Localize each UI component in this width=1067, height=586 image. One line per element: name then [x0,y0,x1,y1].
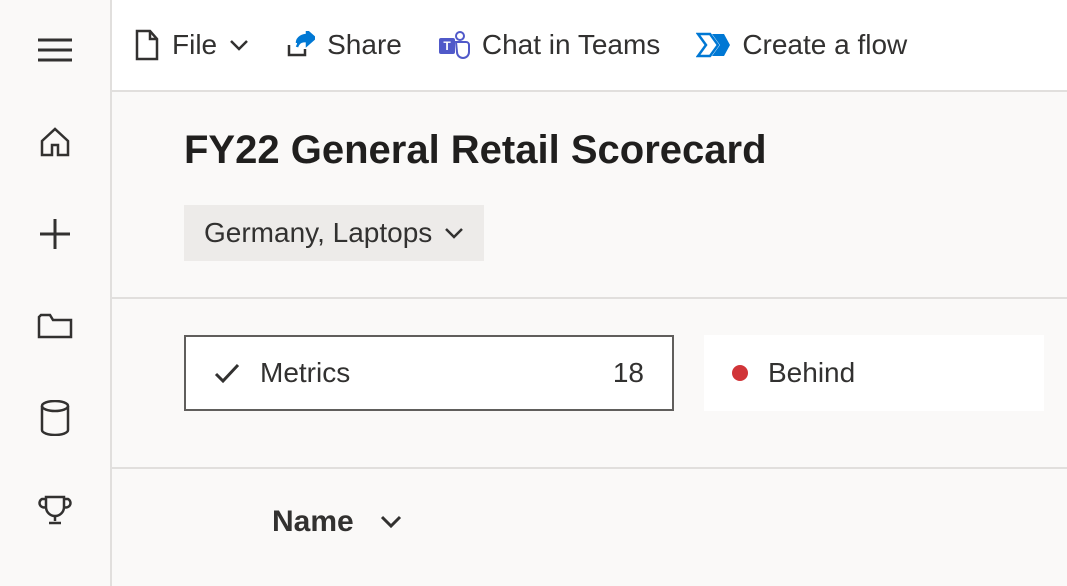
folder-icon[interactable] [35,306,75,346]
filter-chip[interactable]: Germany, Laptops [184,205,484,261]
chevron-down-icon [229,39,249,51]
file-icon [134,29,160,61]
flow-icon [696,32,730,58]
metrics-card[interactable]: Metrics 18 [184,335,674,411]
teams-icon: T [438,30,470,60]
plus-icon[interactable] [35,214,75,254]
left-rail [0,0,110,586]
flow-label: Create a flow [742,29,907,61]
table-header: Name [112,467,1067,539]
svg-text:T: T [443,39,451,53]
check-icon [214,362,240,384]
metrics-count: 18 [613,357,644,389]
chat-label: Chat in Teams [482,29,660,61]
behind-card[interactable]: Behind [704,335,1044,411]
chevron-down-icon [444,227,464,239]
chevron-down-icon[interactable] [380,515,402,529]
database-icon[interactable] [35,398,75,438]
metrics-label: Metrics [260,357,350,389]
toolbar: File Share T [112,0,1067,92]
behind-label: Behind [768,357,855,389]
home-icon[interactable] [35,122,75,162]
column-name-header[interactable]: Name [272,505,354,539]
filter-label: Germany, Laptops [204,217,432,249]
main-area: File Share T [110,0,1067,586]
hamburger-menu-icon[interactable] [35,30,75,70]
page-title: FY22 General Retail Scorecard [184,128,1067,173]
trophy-icon[interactable] [35,490,75,530]
status-dot-icon [732,365,748,381]
create-flow-button[interactable]: Create a flow [696,29,907,61]
share-button[interactable]: Share [285,29,402,61]
share-icon [285,31,315,59]
file-menu[interactable]: File [134,29,249,61]
file-label: File [172,29,217,61]
header-area: FY22 General Retail Scorecard Germany, L… [112,92,1067,299]
share-label: Share [327,29,402,61]
chat-teams-button[interactable]: T Chat in Teams [438,29,660,61]
cards-row: Metrics 18 Behind [112,299,1067,411]
